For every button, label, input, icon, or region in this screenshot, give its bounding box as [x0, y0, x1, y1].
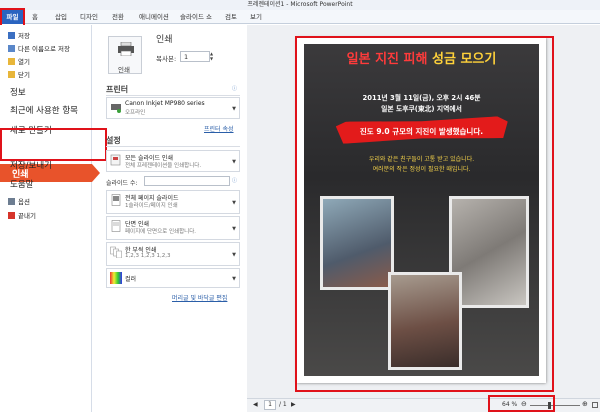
exit-icon — [8, 212, 15, 219]
nav-save-as[interactable]: 다른 이름으로 저장 — [8, 43, 70, 53]
nav-open-label: 열기 — [18, 58, 30, 66]
zoom-in-button[interactable]: ⊕ — [582, 400, 588, 408]
print-button[interactable]: 인쇄 — [108, 36, 142, 74]
layout-desc: 1슬라이드/페이지 인쇄 — [125, 203, 178, 209]
chevron-down-icon: ▼ — [232, 159, 236, 165]
print-settings-pane: 인쇄 인쇄 복사본: 1 ▲ ▼ 프린터 ⓘ Canon Inkjet MP980… — [100, 25, 246, 412]
folder-open-icon — [8, 58, 15, 65]
settings-header: 설정 — [106, 136, 121, 145]
collate-desc: 1,2,3 1,2,3 1,2,3 — [125, 253, 171, 259]
copies-spinner[interactable]: ▲ ▼ — [210, 51, 216, 62]
tab-animations[interactable]: 애니메이션 — [139, 10, 169, 24]
prev-page-button[interactable]: ◀ — [253, 401, 258, 408]
copies-label: 복사본: — [156, 55, 177, 63]
printer-header: 프린터 — [106, 85, 129, 94]
collate-icon — [110, 246, 122, 258]
header-footer-link[interactable]: 머리글 및 바닥글 편집 — [172, 293, 227, 302]
window-title: 프레젠테이션1 - Microsoft PowerPoint — [247, 1, 353, 8]
nav-help[interactable]: 도움말 — [10, 178, 33, 190]
tab-design[interactable]: 디자인 — [80, 10, 98, 24]
page-input[interactable]: 1 — [264, 400, 276, 410]
highlight-box-zoom — [488, 395, 555, 412]
highlight-box-print — [0, 128, 107, 161]
nav-options[interactable]: 옵션 — [8, 196, 30, 206]
printer-properties-link[interactable]: 프린터 속성 — [204, 124, 234, 133]
next-page-button[interactable]: ▶ — [291, 401, 296, 408]
chevron-down-icon: ▼ — [232, 199, 236, 206]
slides-input[interactable] — [144, 176, 230, 186]
nav-recent[interactable]: 최근에 사용한 항목 — [10, 104, 78, 116]
separator — [106, 95, 240, 96]
nav-close-label: 닫기 — [18, 71, 30, 79]
printer-name: Canon Inkjet MP980 series — [125, 100, 205, 107]
options-icon — [8, 198, 15, 205]
color-label: 컬러 — [125, 276, 137, 283]
color-dropdown[interactable]: 컬러 ▼ — [106, 268, 240, 288]
nav-close[interactable]: 닫기 — [8, 69, 30, 79]
collate-dropdown[interactable]: 한 부씩 인쇄 1,2,3 1,2,3 1,2,3 ▼ — [106, 242, 240, 266]
printer-icon — [118, 42, 134, 56]
printer-dropdown[interactable]: Canon Inkjet MP980 series 오프라인 ▼ — [106, 97, 240, 119]
print-button-label: 인쇄 — [118, 66, 130, 74]
chevron-down-icon: ▼ — [232, 106, 236, 112]
full-page-icon — [111, 194, 121, 206]
slides-label: 슬라이드 수: — [106, 180, 138, 187]
layout-dropdown[interactable]: 전체 페이지 슬라이드 1슬라이드/페이지 인쇄 ▼ — [106, 190, 240, 214]
ribbon-tabs: 파일 홈 삽입 디자인 전환 애니메이션 슬라이드 쇼 검토 보기 — [0, 10, 600, 24]
highlight-box-preview — [295, 36, 554, 392]
title-bar: 프레젠테이션1 - Microsoft PowerPoint — [0, 0, 600, 10]
nav-options-label: 옵션 — [18, 198, 30, 206]
printer-info-icon[interactable]: ⓘ — [232, 85, 237, 92]
slides-icon — [110, 154, 121, 166]
slides-info-icon[interactable]: ⓘ — [232, 177, 237, 184]
print-range-desc: 전체 프레젠테이션을 인쇄합니다. — [125, 163, 202, 169]
nav-save-as-label: 다른 이름으로 저장 — [18, 45, 70, 53]
save-icon — [8, 32, 15, 39]
tab-transitions[interactable]: 전환 — [112, 10, 124, 24]
save-as-icon — [8, 45, 15, 52]
sides-desc: 페이지에 단면으로 인쇄합니다. — [125, 229, 197, 235]
tab-home[interactable]: 홈 — [32, 10, 38, 24]
tab-slideshow[interactable]: 슬라이드 쇼 — [180, 10, 212, 24]
backstage-nav: 저장 다른 이름으로 저장 열기 닫기 정보 최근에 사용한 항목 새로 만들기… — [0, 25, 100, 412]
printer-status-icon — [111, 104, 121, 113]
nav-save[interactable]: 저장 — [8, 30, 30, 40]
folder-close-icon — [8, 71, 15, 78]
chevron-down-icon: ▼ — [232, 225, 236, 232]
chevron-down-icon: ▼ — [232, 276, 236, 283]
fit-page-icon[interactable] — [592, 402, 598, 408]
page-total: / 1 — [279, 401, 287, 408]
tab-insert[interactable]: 삽입 — [55, 10, 67, 24]
print-range-dropdown[interactable]: 모든 슬라이드 인쇄 전체 프레젠테이션을 인쇄합니다. ▼ — [106, 150, 240, 172]
nav-open[interactable]: 열기 — [8, 56, 30, 66]
nav-info[interactable]: 정보 — [10, 86, 26, 98]
sides-dropdown[interactable]: 단면 인쇄 페이지에 단면으로 인쇄합니다. ▼ — [106, 216, 240, 240]
nav-exit[interactable]: 끝내기 — [8, 210, 36, 220]
color-icon — [110, 272, 122, 284]
printer-status: 오프라인 — [125, 110, 146, 116]
tab-view[interactable]: 보기 — [250, 10, 262, 24]
nav-save-label: 저장 — [18, 32, 30, 40]
print-header: 인쇄 — [156, 35, 173, 45]
nav-exit-label: 끝내기 — [18, 212, 36, 220]
chevron-down-icon: ▼ — [232, 251, 236, 258]
one-sided-icon — [111, 220, 121, 232]
copies-input[interactable]: 1 — [180, 51, 210, 62]
separator — [106, 146, 240, 147]
tab-review[interactable]: 검토 — [225, 10, 237, 24]
